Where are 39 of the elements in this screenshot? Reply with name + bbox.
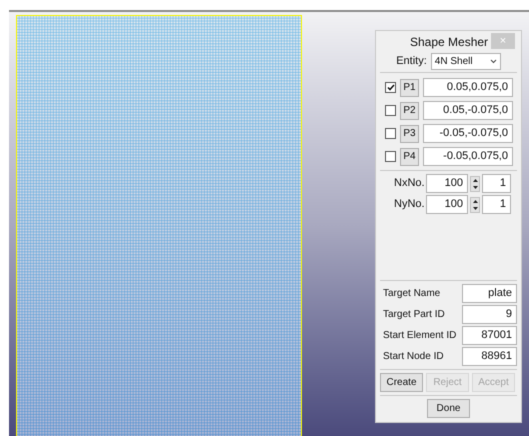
point-button[interactable]: P1 — [400, 78, 419, 96]
target-field[interactable]: plate — [462, 284, 517, 303]
arrow-down-icon — [472, 186, 478, 188]
division-field[interactable]: 100 — [426, 195, 468, 214]
coordinate-field[interactable]: 0.05,0.075,0 — [423, 78, 513, 97]
point-button[interactable]: P3 — [400, 124, 419, 142]
checkbox[interactable] — [385, 151, 396, 162]
chevron-icon — [490, 59, 497, 64]
entity-dropdown[interactable]: 4N Shell — [430, 53, 501, 70]
window-title: Shape Mesher — [410, 34, 488, 51]
division-label: NyNo. — [394, 197, 424, 212]
ratio-field[interactable]: 1 — [482, 195, 511, 214]
entity-label: Entity: — [396, 54, 427, 70]
spinner[interactable] — [470, 176, 480, 192]
spinner[interactable] — [470, 196, 480, 212]
arrow-up-icon — [472, 200, 478, 202]
ratio-field[interactable]: 1 — [482, 174, 511, 193]
checkbox[interactable] — [385, 105, 396, 116]
target-label: Start Element ID — [383, 329, 456, 343]
coordinate-field[interactable]: -0.05,-0.075,0 — [423, 124, 513, 143]
target-label: Target Name — [383, 287, 440, 301]
target-field[interactable]: 9 — [462, 305, 517, 324]
division-label: NxNo. — [394, 176, 424, 192]
point-button[interactable]: P2 — [400, 102, 419, 120]
point-button[interactable]: P4 — [400, 148, 419, 166]
target-field[interactable]: 87001 — [462, 326, 517, 345]
target-field[interactable]: 88961 — [462, 347, 517, 366]
arrow-up-icon — [472, 178, 478, 182]
action-button[interactable]: Create — [380, 373, 423, 392]
check-icon — [386, 84, 394, 91]
checkbox[interactable] — [385, 128, 396, 139]
target-label: Start Node ID — [383, 350, 444, 364]
division-field[interactable]: 100 — [426, 174, 468, 193]
done-button[interactable]: Done — [427, 399, 470, 418]
coordinate-field[interactable]: 0.05,-0.075,0 — [423, 101, 513, 120]
coordinate-field[interactable]: -0.05,0.075,0 — [423, 147, 513, 166]
target-label: Target Part ID — [383, 308, 445, 322]
checkbox[interactable] — [385, 82, 396, 93]
arrow-down-icon — [472, 206, 478, 210]
